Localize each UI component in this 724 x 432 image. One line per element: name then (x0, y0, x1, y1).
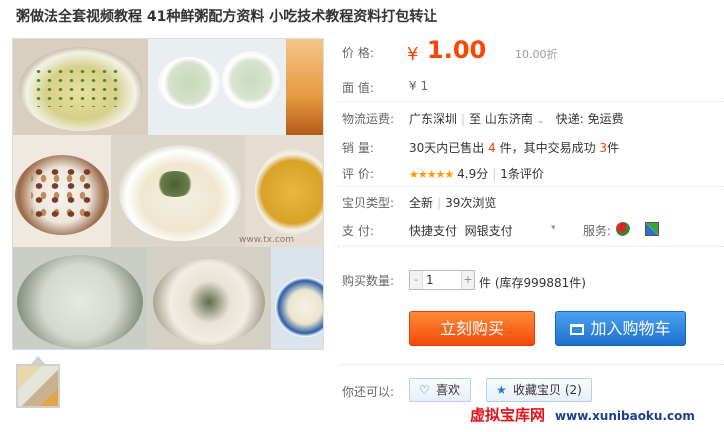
image-watermark: www.tx.com (239, 235, 295, 245)
product-title: 粥做法全套视频教程 41种鲜粥配方资料 小吃技术教程资料打包转让 (16, 9, 438, 25)
shipping-from: 广东深圳 (409, 112, 458, 126)
price-currency: ¥ (407, 44, 419, 65)
shipping-label: 物流运费: (342, 112, 395, 126)
main-product-image[interactable]: www.tx.com (12, 38, 324, 350)
site-url: www.xunibaoku.com (555, 409, 695, 423)
rating-info: ★★★★★ 4.9分 | 1条评价 (409, 167, 544, 181)
quantity-input[interactable] (424, 271, 460, 289)
congee-photo-4 (13, 135, 111, 247)
quantity-stepper: - + (409, 270, 475, 290)
favorite-label: 收藏宝贝 (2) (513, 383, 582, 397)
sales-success-count: 3 (599, 141, 608, 155)
like-label: 喜欢 (436, 383, 461, 397)
shipping-destination-dropdown[interactable]: 山东济南 ⌄ (485, 112, 544, 126)
cart-icon (570, 324, 585, 335)
price-value: 1.00 (427, 36, 487, 64)
reviews-link[interactable]: 1条评价 (500, 167, 544, 181)
stock-info: 件 (库存999881件) (479, 276, 586, 290)
congee-photo-7 (13, 247, 147, 349)
service-guarantee-icon[interactable] (645, 222, 659, 236)
favorite-button[interactable]: ★ 收藏宝贝 (2) (486, 378, 592, 402)
sales-suffix: 件 (607, 141, 620, 155)
item-type-info: 全新 | 39次浏览 (409, 196, 497, 210)
site-watermark: 虚拟宝库网 www.xunibaoku.com (470, 404, 695, 425)
sales-prefix: 30天内已售出 (409, 141, 485, 155)
payment-methods: 快捷支付 网银支付 (409, 222, 513, 239)
rating-label: 评 价: (342, 167, 374, 181)
add-to-cart-label: 加入购物车 (590, 319, 671, 338)
congee-photo-8 (147, 247, 271, 349)
share-label: 你还可以: (342, 385, 395, 399)
face-value-label: 面 值: (342, 81, 374, 95)
sales-mid: 件，其中交易成功 (499, 141, 596, 155)
price-discount: 10.00折 (515, 48, 558, 61)
item-condition: 全新 (409, 196, 434, 210)
item-type-label: 宝贝类型: (342, 196, 395, 210)
buy-now-label: 立刻购买 (439, 319, 504, 338)
divider (338, 101, 724, 102)
heart-icon: ♡ (419, 383, 430, 397)
add-to-cart-button[interactable]: 加入购物车 (555, 311, 686, 346)
thumbnail-1[interactable] (16, 364, 60, 408)
shipping-to-word: 至 (469, 112, 482, 126)
service-label: 服务: (583, 224, 612, 238)
congee-photo-5 (111, 135, 245, 247)
congee-photo-3 (286, 39, 323, 135)
divider (338, 246, 724, 247)
buy-now-button[interactable]: 立刻购买 (409, 311, 535, 346)
rating-stars-icon: ★★★★★ (409, 168, 454, 181)
congee-photo-6 (245, 135, 323, 247)
shipping-destination: 山东济南 (484, 112, 533, 126)
service-badge-icon[interactable] (616, 222, 630, 236)
sales-sold-count: 4 (488, 141, 496, 155)
sales-label: 销 量: (342, 141, 374, 155)
chevron-down-icon: ⌄ (536, 116, 545, 126)
like-button[interactable]: ♡ 喜欢 (409, 378, 471, 402)
payment-method-bank: 网银支付 (464, 224, 513, 238)
quantity-increase-button[interactable]: + (461, 271, 474, 289)
divider (338, 186, 724, 187)
site-name: 虚拟宝库网 (470, 406, 546, 424)
shipping-fee: 快递: 免运费 (555, 112, 624, 126)
thumbnail-pointer (31, 356, 45, 364)
view-count: 39次浏览 (445, 196, 497, 210)
quantity-decrease-button[interactable]: - (410, 271, 423, 289)
congee-photo-9 (271, 247, 323, 349)
rating-score: 4.9分 (457, 167, 489, 181)
payment-label: 支 付: (342, 224, 374, 238)
star-icon: ★ (496, 383, 507, 397)
quantity-label: 购买数量: (342, 274, 395, 288)
face-value: ¥ 1 (409, 79, 429, 93)
price-label: 价 格: (342, 46, 374, 60)
divider (338, 364, 724, 365)
congee-photo-1 (13, 39, 148, 135)
payment-method-express: 快捷支付 (409, 224, 458, 238)
sales-info: 30天内已售出 4 件，其中交易成功 3件 (409, 139, 619, 156)
shipping-info: 广东深圳 | 至 山东济南 ⌄ 快递: 免运费 (409, 112, 624, 126)
payment-more-dropdown[interactable]: ▾ (551, 223, 556, 233)
congee-photo-2 (148, 39, 286, 135)
